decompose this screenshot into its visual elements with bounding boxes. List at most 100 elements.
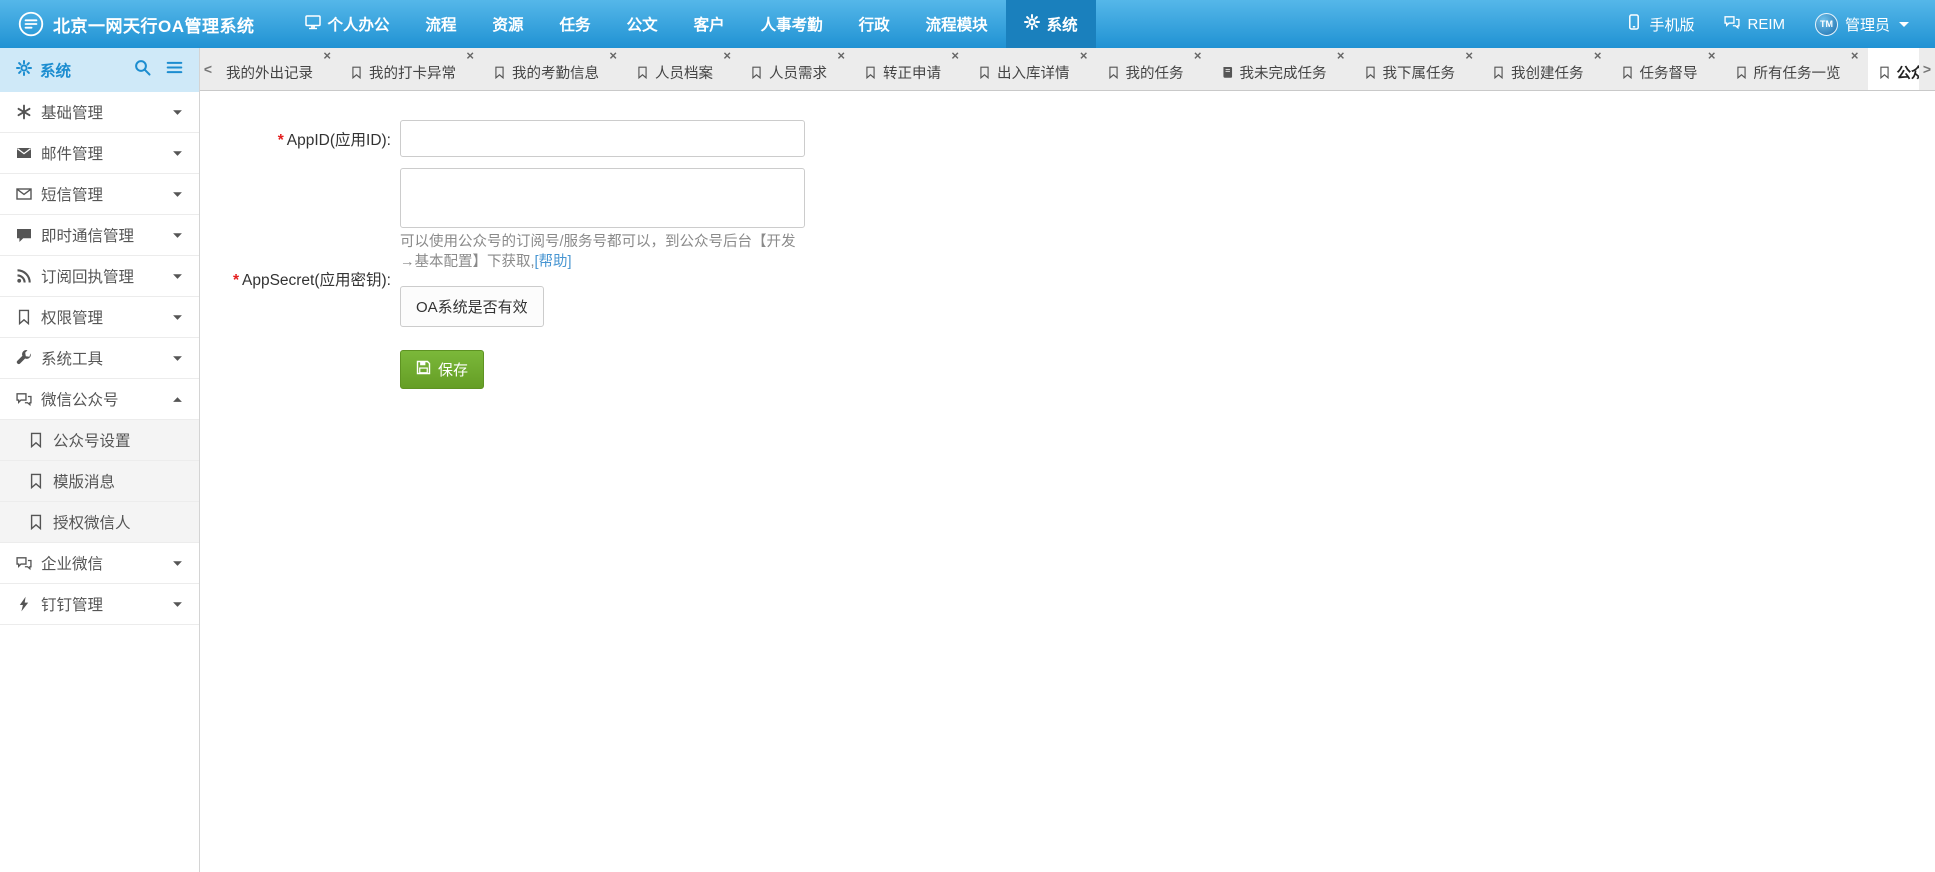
- tab-close-icon[interactable]: ×: [466, 49, 474, 62]
- tab-scroll-right[interactable]: >: [1919, 48, 1935, 90]
- top-bar-right: 手机版 REIM TM 管理员: [1626, 0, 1935, 48]
- comment-icon: [16, 227, 32, 243]
- sidebar-item[interactable]: 基础管理: [0, 92, 199, 133]
- top-nav-item[interactable]: 公文: [609, 0, 676, 48]
- top-nav-label: 个人办公: [328, 13, 390, 35]
- tab-scroll-left[interactable]: <: [200, 48, 216, 90]
- tab-label: 任务督导: [1640, 62, 1698, 83]
- bookmark-icon: [1364, 66, 1377, 79]
- tab-close-icon[interactable]: ×: [1851, 49, 1859, 62]
- sidebar-item[interactable]: 短信管理: [0, 174, 199, 215]
- bookmark-icon: [28, 514, 44, 530]
- sidebar-item[interactable]: 企业微信: [0, 543, 199, 584]
- sidebar-item[interactable]: 公众号设置: [0, 420, 199, 461]
- top-nav-item[interactable]: 流程: [408, 0, 475, 48]
- tab[interactable]: 所有任务一览×: [1725, 48, 1865, 90]
- tab[interactable]: 我未完成任务×: [1211, 48, 1351, 90]
- top-nav-item[interactable]: 系统: [1006, 0, 1096, 48]
- tab-close-icon[interactable]: ×: [1465, 49, 1473, 62]
- top-nav-item[interactable]: 资源: [475, 0, 542, 48]
- reim-label: REIM: [1747, 16, 1785, 33]
- tab-label: 人员档案: [655, 62, 713, 83]
- sidebar-item[interactable]: 微信公众号: [0, 379, 199, 420]
- search-icon[interactable]: [134, 59, 151, 81]
- bookmark-icon: [28, 473, 44, 489]
- tab-close-icon[interactable]: ×: [609, 49, 617, 62]
- tab-label: 我的考勤信息: [512, 62, 599, 83]
- caret-down-icon: [172, 599, 183, 610]
- bookmark-icon: [750, 66, 763, 79]
- tab[interactable]: 出入库详情 ×: [968, 48, 1094, 90]
- sidebar-item[interactable]: 权限管理: [0, 297, 199, 338]
- main-area: < 我的外出记录×我的打卡异常×我的考勤信息×人员档案×人员需求×转正申请×出入…: [200, 48, 1935, 872]
- tab-label: 我创建任务: [1511, 62, 1584, 83]
- sidebar-item[interactable]: 系统工具: [0, 338, 199, 379]
- sidebar-item[interactable]: 即时通信管理: [0, 215, 199, 256]
- top-nav-item[interactable]: 流程模块: [908, 0, 1006, 48]
- tab[interactable]: 我的考勤信息 ×: [483, 48, 623, 90]
- wrench-icon: [16, 350, 32, 366]
- tab[interactable]: 我下属任务×: [1354, 48, 1480, 90]
- top-nav-item[interactable]: 任务: [542, 0, 609, 48]
- appid-input[interactable]: [400, 120, 805, 157]
- tab-close-icon[interactable]: ×: [951, 49, 959, 62]
- sidebar-item-label: 公众号设置: [53, 429, 131, 451]
- save-button[interactable]: 保存: [400, 350, 484, 389]
- hamburger-icon[interactable]: [166, 59, 183, 81]
- save-button-label: 保存: [438, 359, 468, 380]
- required-mark: *: [233, 272, 239, 289]
- tab-close-icon[interactable]: ×: [837, 49, 845, 62]
- tab-close-icon[interactable]: ×: [1080, 49, 1088, 62]
- tab-label: 出入库详情: [997, 62, 1070, 83]
- comment-circle-icon: [18, 11, 44, 37]
- bookmark-icon: [1735, 66, 1748, 79]
- tab[interactable]: 转正申请×: [854, 48, 965, 90]
- sidebar-item-label: 系统工具: [41, 347, 103, 369]
- sidebar-item[interactable]: 邮件管理: [0, 133, 199, 174]
- sidebar-item[interactable]: 订阅回执管理: [0, 256, 199, 297]
- sidebar-title: 系统: [40, 59, 71, 81]
- tab[interactable]: 任务督导 ×: [1611, 48, 1722, 90]
- envelope-icon: [16, 145, 32, 161]
- tab[interactable]: 公众号设置×: [1868, 48, 1920, 90]
- comments-icon: [16, 555, 32, 571]
- tab[interactable]: 我的打卡异常×: [340, 48, 480, 90]
- bolt-icon: [16, 596, 32, 612]
- sidebar-item-label: 即时通信管理: [41, 224, 134, 246]
- tab[interactable]: 人员档案 ×: [626, 48, 737, 90]
- tab-close-icon[interactable]: ×: [723, 49, 731, 62]
- top-nav-item[interactable]: 个人办公: [287, 0, 408, 48]
- sidebar-item-label: 钉钉管理: [41, 593, 103, 615]
- sidebar-tools: [134, 59, 183, 81]
- tab-close-icon[interactable]: ×: [1594, 49, 1602, 62]
- caret-down-icon: [172, 189, 183, 200]
- tab-label: 我的外出记录: [226, 62, 313, 83]
- tab-close-icon[interactable]: ×: [1194, 49, 1202, 62]
- tab[interactable]: 我的任务×: [1097, 48, 1208, 90]
- tab[interactable]: 我创建任务 ×: [1482, 48, 1608, 90]
- sidebar-item[interactable]: 授权微信人: [0, 502, 199, 543]
- tab[interactable]: 人员需求×: [740, 48, 851, 90]
- appsecret-textarea[interactable]: [400, 168, 805, 228]
- help-link[interactable]: [帮助]: [535, 254, 572, 270]
- top-nav-label: 任务: [560, 13, 591, 35]
- top-nav-item[interactable]: 人事考勤: [743, 0, 841, 48]
- sidebar-item[interactable]: 模版消息: [0, 461, 199, 502]
- mobile-version-link[interactable]: 手机版: [1626, 14, 1694, 35]
- caret-down-icon: [172, 271, 183, 282]
- sidebar-item[interactable]: 钉钉管理: [0, 584, 199, 625]
- tab-close-icon[interactable]: ×: [323, 49, 331, 62]
- settings-form: *AppID(应用ID): *AppSecret(应用密钥): 可以使用公众号的…: [200, 91, 1935, 872]
- sidebar-menu: 基础管理邮件管理短信管理即时通信管理订阅回执管理权限管理系统工具微信公众号公众号…: [0, 92, 199, 625]
- tab[interactable]: 我的外出记录 ×: [216, 48, 337, 90]
- tab-close-icon[interactable]: ×: [1337, 49, 1345, 62]
- top-nav-item[interactable]: 行政: [841, 0, 908, 48]
- top-nav-item[interactable]: 客户: [676, 0, 743, 48]
- comments-icon: [1724, 14, 1740, 34]
- sidebar-item-label: 基础管理: [41, 101, 103, 123]
- reim-link[interactable]: REIM: [1724, 14, 1785, 34]
- oa-valid-check-button[interactable]: OA系统是否有效: [400, 286, 544, 327]
- user-menu[interactable]: TM 管理员: [1815, 13, 1909, 36]
- tab-close-icon[interactable]: ×: [1708, 49, 1716, 62]
- phone-icon: [1626, 14, 1642, 34]
